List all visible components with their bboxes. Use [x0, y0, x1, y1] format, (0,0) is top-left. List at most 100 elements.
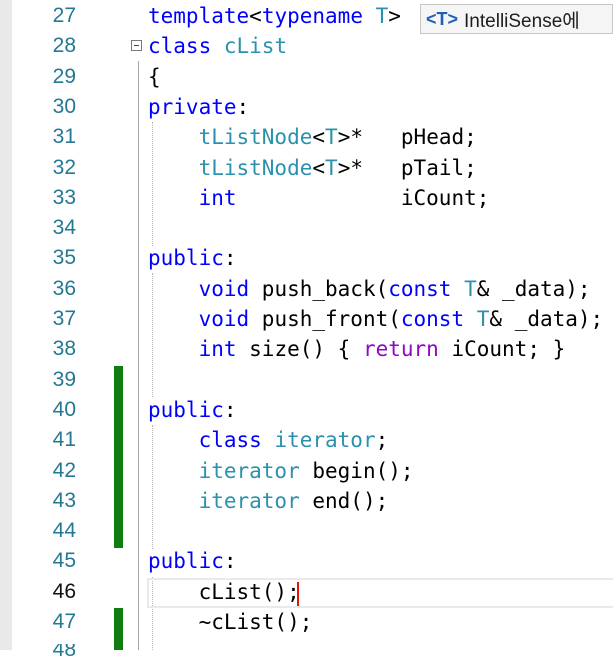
- code-token: {: [148, 64, 161, 89]
- code-token: iCount;: [236, 185, 490, 210]
- collapse-region-icon[interactable]: [131, 40, 142, 51]
- code-token: ;: [375, 428, 389, 453]
- code-token: T: [375, 4, 389, 28]
- code-token: begin();: [299, 458, 414, 483]
- line-number: 36: [52, 276, 76, 300]
- code-line[interactable]: iterator end();: [148, 486, 389, 516]
- code-token: class: [198, 428, 262, 453]
- code-line[interactable]: iterator begin();: [148, 456, 414, 486]
- code-line[interactable]: public:: [148, 243, 237, 273]
- code-token: cList();: [148, 579, 300, 604]
- code-token: T: [464, 276, 477, 301]
- code-token: iterator: [198, 458, 300, 483]
- line-number: 47: [52, 610, 76, 633]
- code-token: T: [476, 307, 490, 331]
- line-number: 37: [52, 307, 76, 330]
- line-number: 41: [52, 428, 76, 452]
- code-line[interactable]: tListNode<T>* pTail;: [148, 153, 477, 183]
- code-token: void: [198, 276, 250, 301]
- editor-left-strip: [0, 0, 12, 650]
- code-token: cList: [223, 34, 288, 59]
- code-token: >* pTail;: [337, 155, 477, 180]
- code-token: T: [325, 155, 338, 180]
- code-token: void: [198, 307, 250, 331]
- code-token: int: [198, 185, 237, 210]
- code-token: push_back(: [249, 276, 389, 301]
- code-line[interactable]: class iterator;: [148, 425, 389, 455]
- line-number: 27: [52, 4, 76, 27]
- line-number: 40: [52, 397, 76, 421]
- line-number: 42: [52, 458, 76, 482]
- code-token: iCount; }: [438, 337, 566, 362]
- template-param-tag: <T>: [426, 8, 459, 29]
- code-token: <: [312, 155, 326, 180]
- change-marker: [114, 366, 123, 548]
- fold-region-line: [138, 61, 139, 650]
- code-line[interactable]: void push_back(const T& _data);: [148, 274, 591, 304]
- intellisense-label: IntelliSense에: [464, 10, 580, 32]
- line-number: 43: [52, 488, 76, 512]
- code-token: :: [223, 549, 237, 574]
- line-number: 30: [52, 94, 76, 118]
- code-token: private: [148, 94, 237, 119]
- code-line[interactable]: int size() { return iCount; }: [148, 334, 566, 364]
- code-token: const: [400, 307, 465, 331]
- code-token: public: [148, 549, 224, 574]
- code-token: return: [362, 337, 439, 362]
- code-token: ~cList();: [148, 610, 313, 634]
- line-number: 32: [52, 155, 76, 179]
- code-line[interactable]: public:: [148, 395, 237, 425]
- code-token: push_front(: [249, 307, 401, 331]
- code-token: class: [148, 34, 212, 59]
- code-token: end();: [299, 488, 389, 513]
- code-line[interactable]: template<typename T>: [148, 1, 401, 31]
- code-token: :: [223, 397, 237, 422]
- code-token: & _data);: [489, 307, 604, 331]
- code-token: public: [148, 397, 224, 422]
- code-token: template: [148, 4, 250, 28]
- line-number: 34: [52, 216, 76, 240]
- code-line[interactable]: tListNode<T>* pHead;: [148, 122, 477, 152]
- code-token: T: [325, 125, 338, 150]
- code-editor[interactable]: template<typename T> class cList{private:…: [0, 0, 613, 656]
- code-token: & _data);: [476, 276, 591, 301]
- code-line[interactable]: cList();: [148, 577, 300, 607]
- code-token: typename: [261, 4, 363, 28]
- code-token: :: [236, 94, 250, 119]
- line-number: 31: [52, 125, 76, 149]
- code-token: iterator: [198, 488, 300, 513]
- code-line[interactable]: {: [148, 62, 161, 92]
- intellisense-tooltip[interactable]: <T> IntelliSense에: [420, 4, 613, 34]
- code-line[interactable]: public:: [148, 546, 237, 576]
- code-line[interactable]: class cList: [148, 31, 287, 61]
- line-number: 39: [52, 367, 76, 391]
- code-line[interactable]: private:: [148, 92, 249, 122]
- line-number: 48: [52, 644, 76, 656]
- code-token: int: [198, 337, 237, 362]
- code-token: tListNode: [198, 155, 313, 180]
- code-token: iterator: [274, 428, 376, 453]
- code-line[interactable]: ~cList();: [148, 607, 313, 637]
- code-token: const: [388, 276, 452, 301]
- code-token: :: [223, 246, 237, 271]
- code-token: public: [148, 246, 224, 271]
- code-token: <: [312, 125, 326, 150]
- code-line[interactable]: void push_front(const T& _data);: [148, 304, 604, 334]
- line-number: 46: [52, 579, 76, 603]
- code-line[interactable]: int iCount;: [148, 183, 490, 213]
- line-number: 44: [52, 519, 76, 543]
- code-token: >: [388, 4, 401, 28]
